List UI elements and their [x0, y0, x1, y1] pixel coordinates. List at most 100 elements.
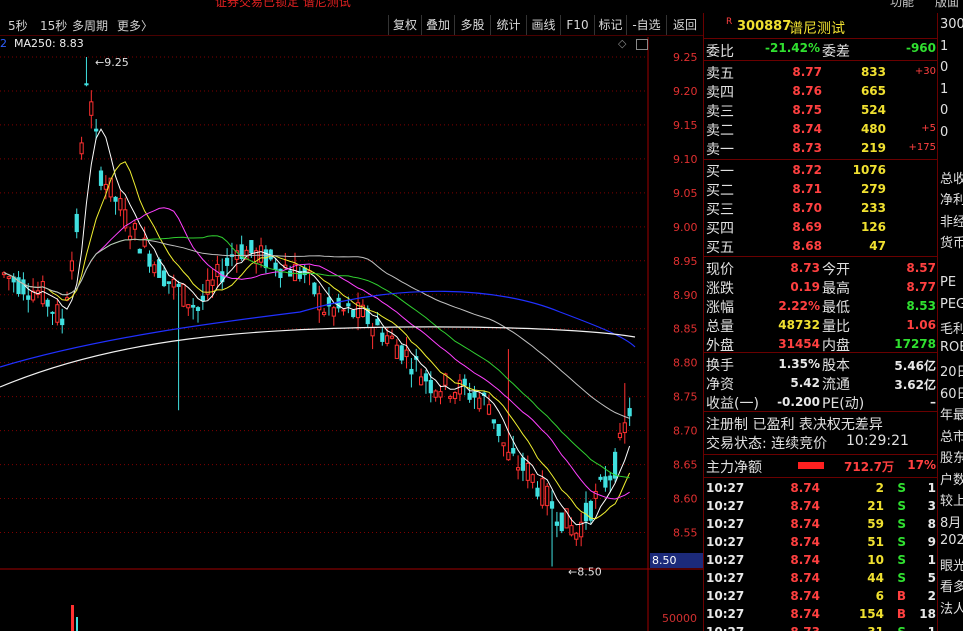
far-right-item: 60日 [940, 386, 963, 402]
bid-row[interactable]: 买一 8.72 1076 [704, 161, 938, 180]
ask-change: +5 [921, 123, 936, 134]
quote-value: 0.19 [790, 280, 820, 294]
candle-body [79, 142, 84, 155]
candle-body [40, 281, 45, 305]
period-15s[interactable]: 15秒 [40, 17, 67, 34]
ask-row[interactable]: 卖一 8.73 219 +175 [704, 139, 938, 158]
far-right-item: 202 [940, 533, 963, 548]
collapse-icon[interactable] [636, 39, 648, 50]
layout-menu[interactable]: 版面 [935, 0, 959, 8]
volume-bar [71, 605, 74, 631]
tick-side: S [897, 553, 906, 567]
candle-body [428, 379, 433, 394]
fund-value-2: 5.46亿 [894, 359, 936, 373]
candle-body [627, 408, 632, 417]
candle-body [467, 393, 472, 400]
statistics-button[interactable]: 统计 [490, 15, 526, 35]
candle-body [195, 307, 201, 311]
candle-body [549, 501, 555, 509]
quote-value-2: 8.77 [906, 280, 936, 294]
bid-row[interactable]: 买四 8.69 126 [704, 218, 938, 237]
far-right-panel: 300 1 0 1 0 0 总收净利非经货币 PE PEG 毛利 ROE 20日 60日年最总市股东户数… [937, 13, 963, 631]
ask-row[interactable]: 卖四 8.76 665 [704, 82, 938, 101]
candle-body [506, 451, 511, 461]
candle-body [574, 532, 579, 540]
diamond-icon[interactable]: ◇ [618, 37, 626, 50]
tick-row[interactable]: 10:27 8.74 2 S 1 [704, 479, 938, 498]
bid-row[interactable]: 买五 8.68 47 [704, 237, 938, 256]
mark-button[interactable]: 标记 [594, 15, 626, 35]
self-select-button[interactable]: -自选 [626, 15, 666, 35]
low-annotation: ←8.50 [568, 565, 602, 578]
tick-row[interactable]: 10:27 8.73 31 S 1 [704, 623, 938, 631]
bid-volume: 233 [860, 201, 886, 215]
price-tick-label: 8.70 [673, 425, 698, 438]
period-multi[interactable]: 多周期 [72, 17, 108, 34]
adjust-button[interactable]: 复权 [388, 15, 421, 35]
ma5-line [3, 128, 631, 526]
ma30-line [3, 235, 630, 479]
main-flow-row[interactable]: 主力净额 712.7万 17% [704, 457, 938, 476]
multi-stock-button[interactable]: 多股 [454, 15, 490, 35]
bid-row[interactable]: 买三 8.70 233 [704, 199, 938, 218]
tick-time: 10:27 [706, 553, 745, 567]
candle-body [84, 83, 89, 86]
candle-body [477, 397, 482, 410]
bid-label: 买三 [706, 202, 734, 218]
overlay-button[interactable]: 叠加 [421, 15, 454, 35]
candle-body [583, 502, 589, 522]
tick-row[interactable]: 10:27 8.74 44 S 5 [704, 569, 938, 588]
candle-body [191, 304, 196, 308]
main-flow-bar [798, 462, 824, 469]
far-right-item: 300 [940, 17, 963, 32]
candle-body [472, 391, 477, 398]
quote-row: 总量 48732 量比 1.06 [704, 316, 938, 335]
tick-side: S [897, 625, 906, 631]
tick-time: 10:27 [706, 535, 745, 549]
function-menu[interactable]: 功能 [890, 0, 914, 8]
period-5s[interactable]: 5秒 [8, 17, 28, 34]
period-more[interactable]: 更多〉 [117, 17, 153, 34]
ask-row[interactable]: 卖二 8.74 480 +5 [704, 120, 938, 139]
tick-row[interactable]: 10:27 8.74 51 S 9 [704, 533, 938, 552]
ask-row[interactable]: 卖三 8.75 524 [704, 101, 938, 120]
candle-body [394, 344, 399, 359]
tick-price: 8.74 [790, 589, 820, 603]
back-button[interactable]: 返回 [666, 15, 703, 35]
tick-side: B [896, 607, 906, 621]
draw-line-button[interactable]: 画线 [526, 15, 560, 35]
candle-body [137, 248, 142, 254]
tick-count: 9 [927, 535, 936, 549]
tick-count: 1 [928, 625, 936, 631]
ask-price: 8.76 [792, 84, 822, 98]
tick-row[interactable]: 10:27 8.74 6 B 2 [704, 587, 938, 606]
candle-body [103, 183, 108, 190]
tick-row[interactable]: 10:27 8.74 154 B 18 [704, 605, 938, 624]
fund-row: 收益(一) -0.200 PE(动) – [704, 393, 938, 412]
candle-body [181, 283, 186, 307]
quote-label-2: 量比 [822, 319, 850, 335]
f10-button[interactable]: F10 [560, 15, 594, 35]
kline-svg[interactable]: 9.25 9.20 9.15 9.10 9.05 9.00 8.95 8.90 8.85 8.80… [0, 37, 703, 631]
quote-label-2: 最低 [822, 300, 850, 316]
kline-chart[interactable]: 9.25 9.20 9.15 9.10 9.05 9.00 8.95 8.90 8.85 8.80… [0, 37, 703, 631]
tick-count: 1 [927, 481, 936, 495]
chart-toolbar: 5秒 15秒 多周期 更多〉 复权 叠加 多股 统计 画线 F10 标记 -自选… [0, 14, 703, 36]
tick-row[interactable]: 10:27 8.74 59 S 8 [704, 515, 938, 534]
tick-row[interactable]: 10:27 8.74 10 S 1 [704, 551, 938, 570]
candle-body [351, 309, 356, 318]
candle-body [21, 279, 26, 295]
tick-row[interactable]: 10:27 8.74 21 S 3 [704, 497, 938, 516]
webi-row: 委比 -21.42% 委差 -960 [704, 41, 938, 60]
bid-label: 买一 [706, 164, 734, 180]
candle-body [370, 327, 375, 337]
candle-body [98, 170, 104, 186]
bid-row[interactable]: 买二 8.71 279 [704, 180, 938, 199]
ask-volume: 833 [860, 65, 886, 79]
ask-volume: 524 [860, 103, 886, 117]
bid-volume: 126 [860, 220, 886, 234]
tick-time: 10:27 [706, 589, 745, 603]
tick-time: 10:27 [706, 625, 744, 631]
ask-row[interactable]: 卖五 8.77 833 +30 [704, 63, 938, 82]
bid-price: 8.68 [792, 239, 822, 253]
